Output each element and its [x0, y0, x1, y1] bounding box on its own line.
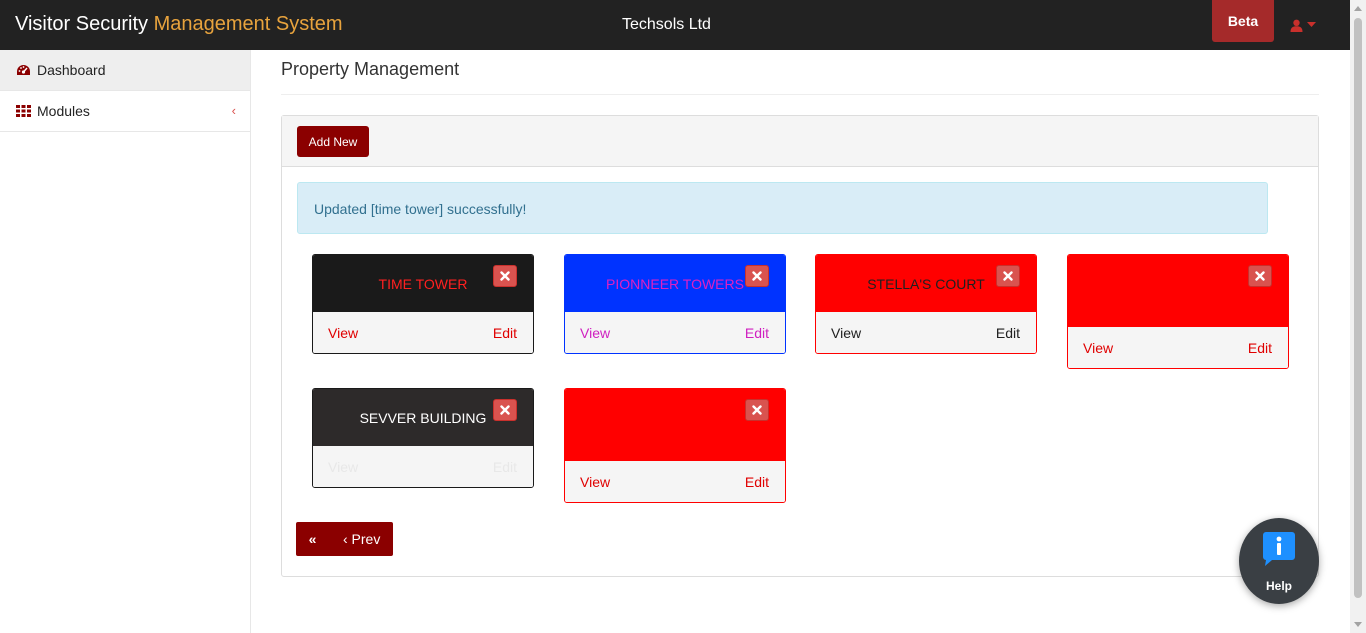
property-card: STELLA'S COURT View Edit	[815, 254, 1037, 354]
scroll-up-arrow-icon[interactable]	[1354, 6, 1362, 11]
close-icon	[1255, 268, 1265, 284]
view-property-link[interactable]: View	[580, 325, 610, 341]
user-icon	[1290, 19, 1303, 32]
close-icon	[500, 402, 510, 418]
property-card-header: PIONNEER TOWERS	[565, 255, 785, 312]
delete-property-button[interactable]	[493, 265, 517, 287]
beta-badge[interactable]: Beta	[1212, 0, 1274, 42]
first-page-button[interactable]: «	[296, 522, 329, 556]
edit-property-link[interactable]: Edit	[493, 325, 517, 341]
property-card-footer: View Edit	[313, 312, 533, 353]
property-card: SEVVER BUILDING View Edit	[312, 388, 534, 488]
property-card: View Edit	[564, 388, 786, 503]
grid-icon	[16, 104, 32, 118]
property-card-footer: View Edit	[565, 312, 785, 353]
app-brand[interactable]: Visitor Security Management System	[15, 13, 343, 36]
property-card-footer: View Edit	[565, 461, 785, 502]
edit-property-link[interactable]: Edit	[493, 459, 517, 475]
close-icon	[752, 402, 762, 418]
property-card-footer: View Edit	[816, 312, 1036, 353]
dashboard-icon	[16, 63, 32, 77]
pagination: « ‹ Prev	[296, 522, 393, 556]
edit-property-link[interactable]: Edit	[745, 474, 769, 490]
sidebar-item-dashboard[interactable]: Dashboard	[0, 50, 250, 91]
add-new-button[interactable]: Add New	[297, 126, 369, 157]
view-property-link[interactable]: View	[580, 474, 610, 490]
help-button[interactable]: Help	[1239, 518, 1319, 604]
sidebar-item-modules[interactable]: Modules ‹	[0, 91, 250, 132]
top-navbar: Visitor Security Management System Techs…	[0, 0, 1350, 50]
view-property-link[interactable]: View	[328, 325, 358, 341]
delete-property-button[interactable]	[996, 265, 1020, 287]
scroll-down-arrow-icon[interactable]	[1354, 622, 1362, 627]
sidebar-item-label: Dashboard	[37, 62, 106, 78]
page-scrollbar[interactable]	[1350, 0, 1366, 633]
company-name: Techsols Ltd	[622, 16, 711, 33]
edit-property-link[interactable]: Edit	[1248, 340, 1272, 356]
close-icon	[500, 268, 510, 284]
property-name: STELLA'S COURT	[867, 275, 985, 292]
success-alert: Updated [time tower] successfully!	[297, 182, 1268, 234]
delete-property-button[interactable]	[745, 265, 769, 287]
brand-title-accent: Management System	[153, 13, 343, 35]
prev-page-button[interactable]: ‹ Prev	[329, 522, 393, 556]
property-card: TIME TOWER View Edit	[312, 254, 534, 354]
delete-property-button[interactable]	[493, 399, 517, 421]
property-card-footer: View Edit	[313, 446, 533, 487]
view-property-link[interactable]: View	[1083, 340, 1113, 356]
divider	[281, 94, 1319, 95]
sidebar: Dashboard Modules ‹	[0, 50, 251, 633]
property-card-footer: View Edit	[1068, 327, 1288, 368]
chevron-left-icon: ‹	[231, 103, 236, 118]
property-card-header: STELLA'S COURT	[816, 255, 1036, 312]
panel-heading: Add New	[282, 116, 1318, 167]
property-card-header	[565, 389, 785, 461]
delete-property-button[interactable]	[745, 399, 769, 421]
property-card-header: TIME TOWER	[313, 255, 533, 312]
edit-property-link[interactable]: Edit	[745, 325, 769, 341]
close-icon	[1003, 268, 1013, 284]
sidebar-item-label: Modules	[37, 103, 90, 119]
brand-title: Visitor Security	[15, 13, 154, 35]
property-card-header: SEVVER BUILDING	[313, 389, 533, 446]
scrollbar-thumb[interactable]	[1354, 18, 1362, 598]
property-card: View Edit	[1067, 254, 1289, 369]
property-name: TIME TOWER	[378, 275, 468, 292]
user-menu-toggle[interactable]	[1290, 16, 1316, 34]
edit-property-link[interactable]: Edit	[996, 325, 1020, 341]
info-chat-icon	[1262, 531, 1296, 572]
page-title: Property Management	[281, 59, 460, 79]
delete-property-button[interactable]	[1248, 265, 1272, 287]
help-label: Help	[1265, 579, 1292, 593]
caret-down-icon	[1307, 22, 1316, 28]
close-icon	[752, 268, 762, 284]
view-property-link[interactable]: View	[328, 459, 358, 475]
view-property-link[interactable]: View	[831, 325, 861, 341]
property-card-header	[1068, 255, 1288, 327]
property-card: PIONNEER TOWERS View Edit	[564, 254, 786, 354]
